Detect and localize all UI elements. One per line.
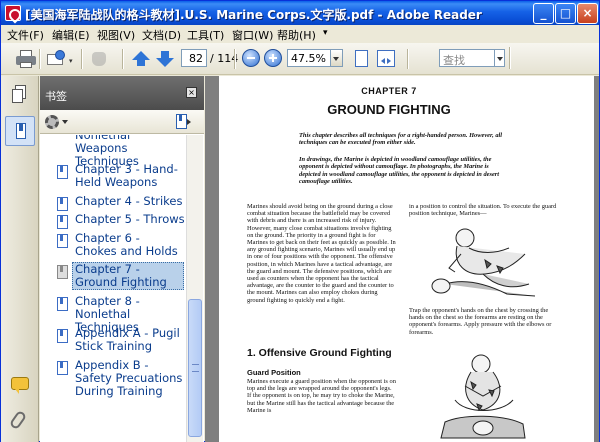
zoom-in-icon[interactable]	[264, 49, 282, 67]
body-right-column-mid: Trap the opponent's hands on the chest b…	[409, 307, 552, 336]
bookmarks-panel: 书签 × Nonlethal Weapons Techniques Chapte…	[40, 76, 204, 442]
hand-tool-icon[interactable]	[89, 49, 111, 69]
menu-bar: 文件(F) 编辑(E) 视图(V) 文档(D) 工具(T) 窗口(W) 帮助(H…	[1, 25, 599, 43]
comments-panel-icon[interactable]	[11, 377, 29, 394]
bookmark-label: Chapter 3 - Hand-Held Weapons	[75, 162, 178, 189]
window-title: [美国海军陆战队的格斗教材].U.S. Marine Corps.文字版.pdf…	[25, 8, 482, 22]
body-left-column: Marines should avoid being on the ground…	[247, 203, 396, 304]
document-viewport[interactable]: CHAPTER 7 GROUND FIGHTING This chapter d…	[205, 76, 599, 442]
bookmark-icon	[57, 329, 68, 343]
bookmark-label: Appendix B - Safety Precuations During T…	[75, 358, 183, 398]
zoom-out-icon[interactable]	[242, 49, 260, 67]
guard-position-text: Marines execute a guard position when th…	[247, 378, 396, 414]
toolbar-separator	[407, 49, 408, 69]
search-dropdown-icon[interactable]	[495, 49, 505, 67]
toolbar-separator	[39, 49, 40, 69]
body-right-column-top: in a position to control the situation. …	[409, 203, 557, 218]
navigation-pane-strip	[1, 76, 39, 442]
intro-paragraph: In drawings, the Marine is depicted in w…	[299, 156, 500, 186]
toolbar-separator	[81, 49, 82, 69]
bookmarks-panel-icon[interactable]	[5, 116, 35, 146]
menu-file[interactable]: 文件(F)	[7, 27, 44, 43]
close-button[interactable]: ×	[577, 3, 598, 24]
menu-edit[interactable]: 编辑(E)	[52, 27, 90, 43]
bookmark-label: Appendix A - Pugil Stick Training	[75, 326, 180, 353]
bookmark-icon	[57, 234, 68, 248]
subsection-heading: Guard Position	[247, 368, 301, 377]
bookmarks-toolbar	[40, 110, 204, 134]
toolbar-separator	[122, 49, 123, 69]
page-number-input[interactable]: 82	[181, 49, 207, 67]
menu-help[interactable]: 帮助(H)	[277, 27, 316, 43]
fit-width-icon[interactable]	[375, 49, 397, 69]
chapter-title: GROUND FIGHTING	[327, 102, 451, 117]
options-gear-icon[interactable]	[45, 115, 59, 129]
adobe-reader-icon	[5, 5, 21, 21]
bookmarks-list: Nonlethal Weapons Techniques Chapter 3 -…	[40, 135, 186, 442]
chapter-number: CHAPTER 7	[361, 86, 417, 96]
section-heading: 1. Offensive Ground Fighting	[247, 347, 392, 359]
bookmark-icon	[57, 297, 68, 311]
email-dropdown-icon[interactable]: ▾	[69, 57, 73, 65]
bookmarks-scrollbar[interactable]	[186, 135, 203, 442]
menu-document[interactable]: 文档(D)	[142, 27, 181, 43]
options-dropdown-icon[interactable]	[62, 120, 68, 124]
attachments-panel-icon[interactable]	[8, 409, 28, 431]
bookmark-label: Chapter 6 - Chokes and Holds	[75, 231, 178, 258]
bookmarks-panel-header: 书签 ×	[40, 76, 204, 110]
menu-tools[interactable]: 工具(T)	[187, 27, 224, 43]
pages-panel-icon[interactable]	[12, 85, 26, 103]
bookmark-label: Chapter 4 - Strikes	[75, 194, 183, 208]
bookmark-icon	[57, 361, 68, 375]
close-panel-icon[interactable]: ×	[186, 87, 197, 98]
guard-position-figure	[431, 228, 536, 297]
bookmark-icon	[57, 265, 68, 279]
trap-hands-figure	[440, 354, 526, 439]
search-input[interactable]: 查找	[439, 49, 495, 67]
toolbar-separator	[509, 47, 511, 69]
next-page-icon[interactable]	[154, 49, 176, 69]
bookmarks-scroll-thumb[interactable]	[188, 299, 202, 437]
expand-bookmark-icon[interactable]	[176, 114, 192, 130]
bookmark-icon	[57, 197, 68, 211]
email-icon[interactable]	[45, 49, 67, 69]
minimize-button[interactable]: _	[533, 3, 554, 24]
zoom-level-input[interactable]: 47.5%	[287, 49, 331, 67]
toolbar-separator	[234, 49, 235, 69]
print-icon[interactable]	[15, 49, 37, 69]
zoom-dropdown-icon[interactable]	[331, 49, 343, 67]
intro-paragraph: This chapter describes all techniques fo…	[299, 132, 503, 147]
fit-page-icon[interactable]	[351, 49, 373, 69]
menu-help-arrow-icon[interactable]: ▾	[323, 28, 328, 38]
adobe-reader-window: [美国海军陆战队的格斗教材].U.S. Marine Corps.文字版.pdf…	[0, 0, 600, 442]
menu-view[interactable]: 视图(V)	[97, 27, 135, 43]
bookmark-label: Chapter 7 - Ground Fighting	[75, 262, 167, 289]
menu-window[interactable]: 窗口(W)	[232, 27, 273, 43]
bookmarks-panel-title: 书签	[45, 90, 67, 103]
pdf-page: CHAPTER 7 GROUND FIGHTING This chapter d…	[219, 76, 594, 442]
bookmark-icon	[57, 215, 68, 229]
title-bar[interactable]: [美国海军陆战队的格斗教材].U.S. Marine Corps.文字版.pdf…	[1, 1, 599, 25]
previous-page-icon[interactable]	[130, 49, 152, 69]
bookmark-label: Chapter 5 - Throws	[75, 212, 185, 226]
bookmark-icon	[57, 165, 68, 179]
maximize-button[interactable]: □	[555, 3, 576, 24]
